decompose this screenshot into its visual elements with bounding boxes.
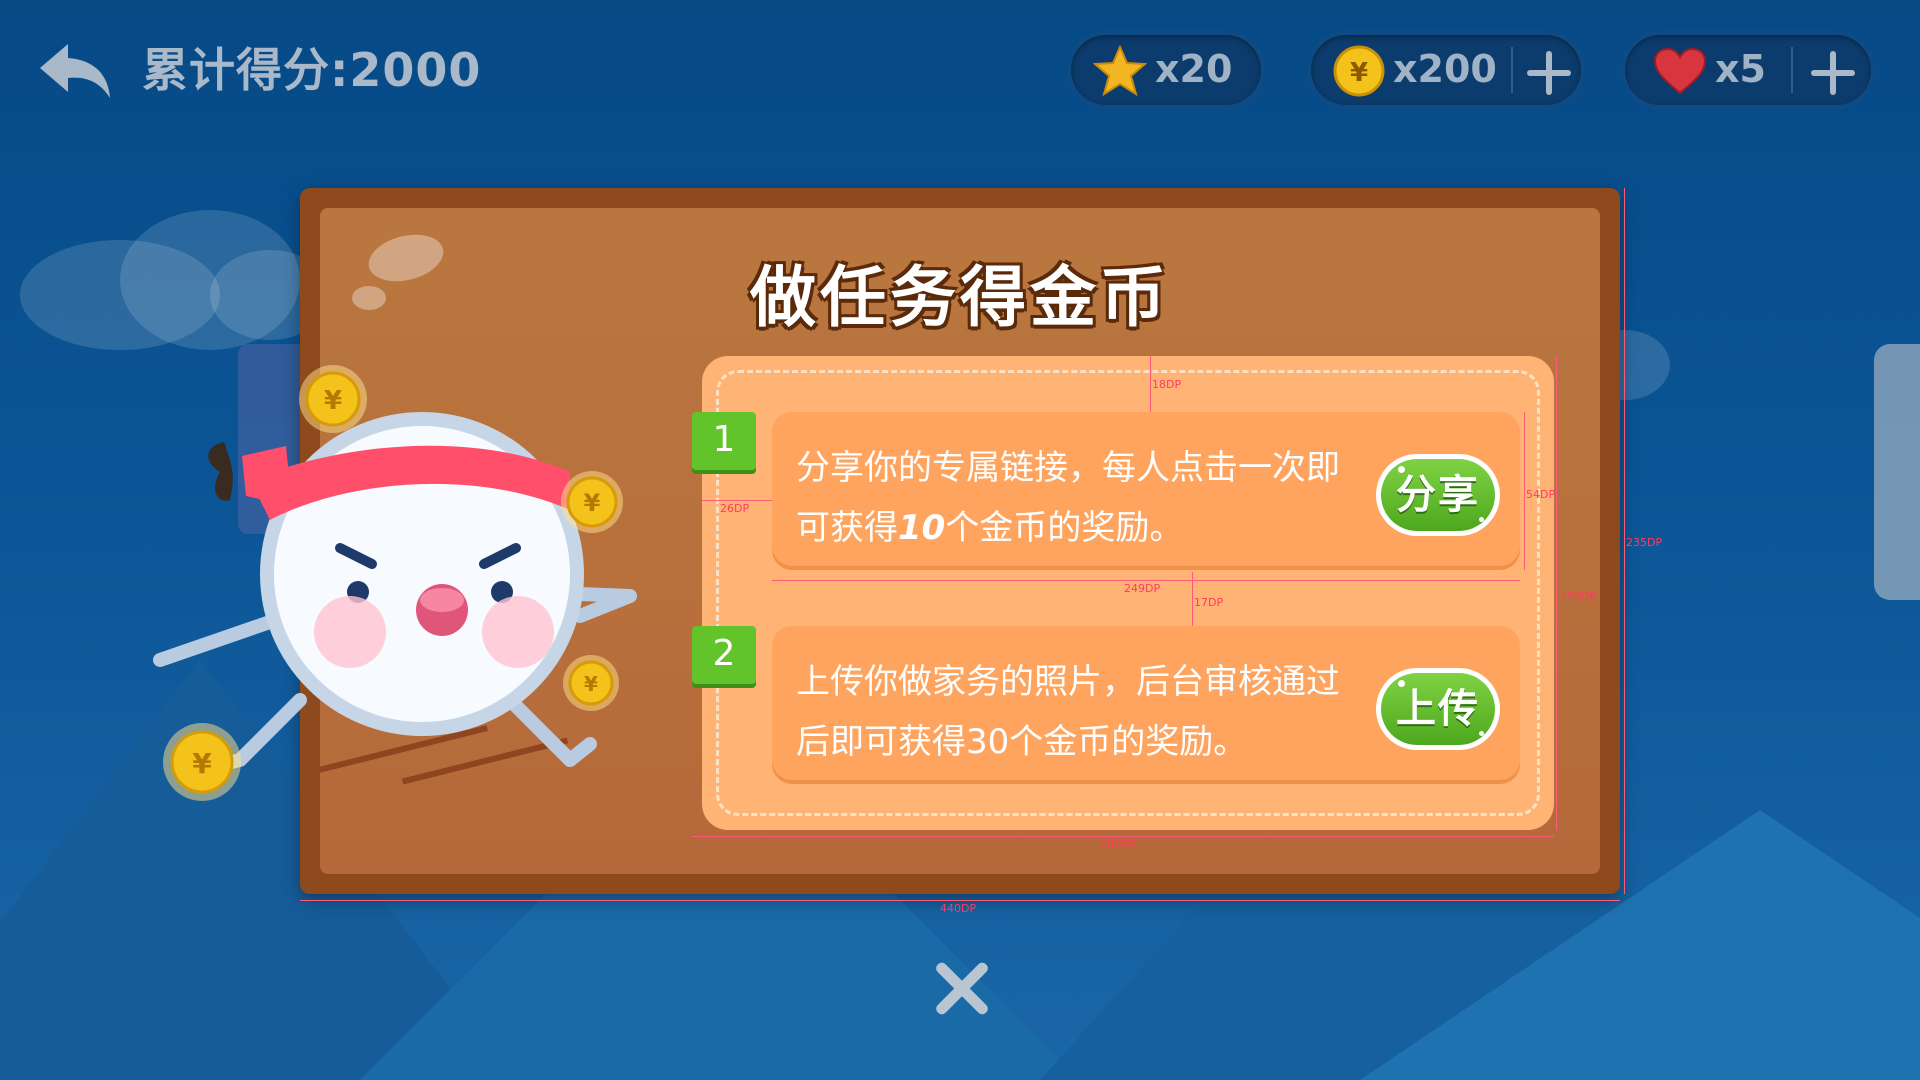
svg-text:¥: ¥ (1350, 58, 1368, 88)
flying-coin-icon: ¥ (163, 723, 241, 801)
divider (1791, 47, 1793, 93)
annotation-panel-width: 288DP (1100, 838, 1137, 851)
gold-coins-count: x200 (1393, 47, 1497, 91)
back-arrow-icon (40, 44, 110, 98)
task-number-badge: 1 (692, 412, 756, 470)
total-score: 累计得分:2000 (142, 43, 482, 97)
add-coins-button[interactable] (1527, 51, 1571, 95)
annotation-dialog-width: 440DP (940, 902, 977, 915)
yuan-coin-icon: ¥ (1333, 45, 1385, 97)
reward-amount: 10 (898, 508, 946, 548)
sparkle (1479, 517, 1484, 522)
lives-counter: x5 (1620, 30, 1876, 110)
svg-text:¥: ¥ (324, 386, 342, 416)
flying-coin-icon: ¥ (563, 655, 619, 711)
star-icon (1093, 45, 1147, 97)
lives-count: x5 (1715, 47, 1766, 91)
flying-coin-icon: ¥ (299, 365, 367, 433)
svg-text:¥: ¥ (584, 489, 601, 517)
stars-counter: x20 (1066, 30, 1266, 110)
task-description: 上传你做家务的照片，后台审核通过后即可获得30个金币的奖励。 (796, 662, 1340, 762)
annotation-card-height: 54DP (1526, 488, 1556, 501)
sparkle (1398, 466, 1405, 473)
task-text-after: 个金币的奖励。 (945, 508, 1184, 548)
annotation-card-gap: 17DP (1194, 596, 1224, 609)
back-button[interactable] (38, 40, 114, 102)
annotation-left-gap: 26DP (720, 502, 750, 515)
heart-icon (1653, 47, 1707, 95)
annotation-dialog-height: 235DP (1626, 536, 1663, 549)
share-button[interactable]: 分享 (1376, 454, 1500, 536)
svg-text:¥: ¥ (584, 672, 598, 696)
task-number-badge: 2 (692, 626, 756, 684)
svg-text:¥: ¥ (192, 747, 212, 780)
dialog-title: 做任务得金币 (750, 259, 1170, 336)
background-card-right (1874, 344, 1920, 600)
stars-count: x20 (1155, 47, 1233, 91)
annotation-card-width: 249DP (1124, 582, 1161, 595)
add-lives-button[interactable] (1811, 51, 1855, 95)
divider (1511, 47, 1513, 93)
task-description: 分享你的专属链接，每人点击一次即可获得10个金币的奖励。 (796, 438, 1356, 558)
task-card-share: 1 分享你的专属链接，每人点击一次即可获得10个金币的奖励。 分享 (692, 412, 1520, 570)
close-button[interactable] (932, 958, 992, 1018)
sparkle (1398, 680, 1405, 687)
annotation-panel-height: 158DP (1560, 590, 1597, 603)
flying-coin-icon: ¥ (561, 471, 623, 533)
gold-coins-counter: ¥ x200 (1306, 30, 1586, 110)
task-card-upload: 2 上传你做家务的照片，后台审核通过后即可获得30个金币的奖励。 上传 (692, 626, 1520, 784)
upload-button[interactable]: 上传 (1376, 668, 1500, 750)
sparkle (1479, 731, 1484, 736)
annotation-top-gap: 18DP (1152, 378, 1182, 391)
